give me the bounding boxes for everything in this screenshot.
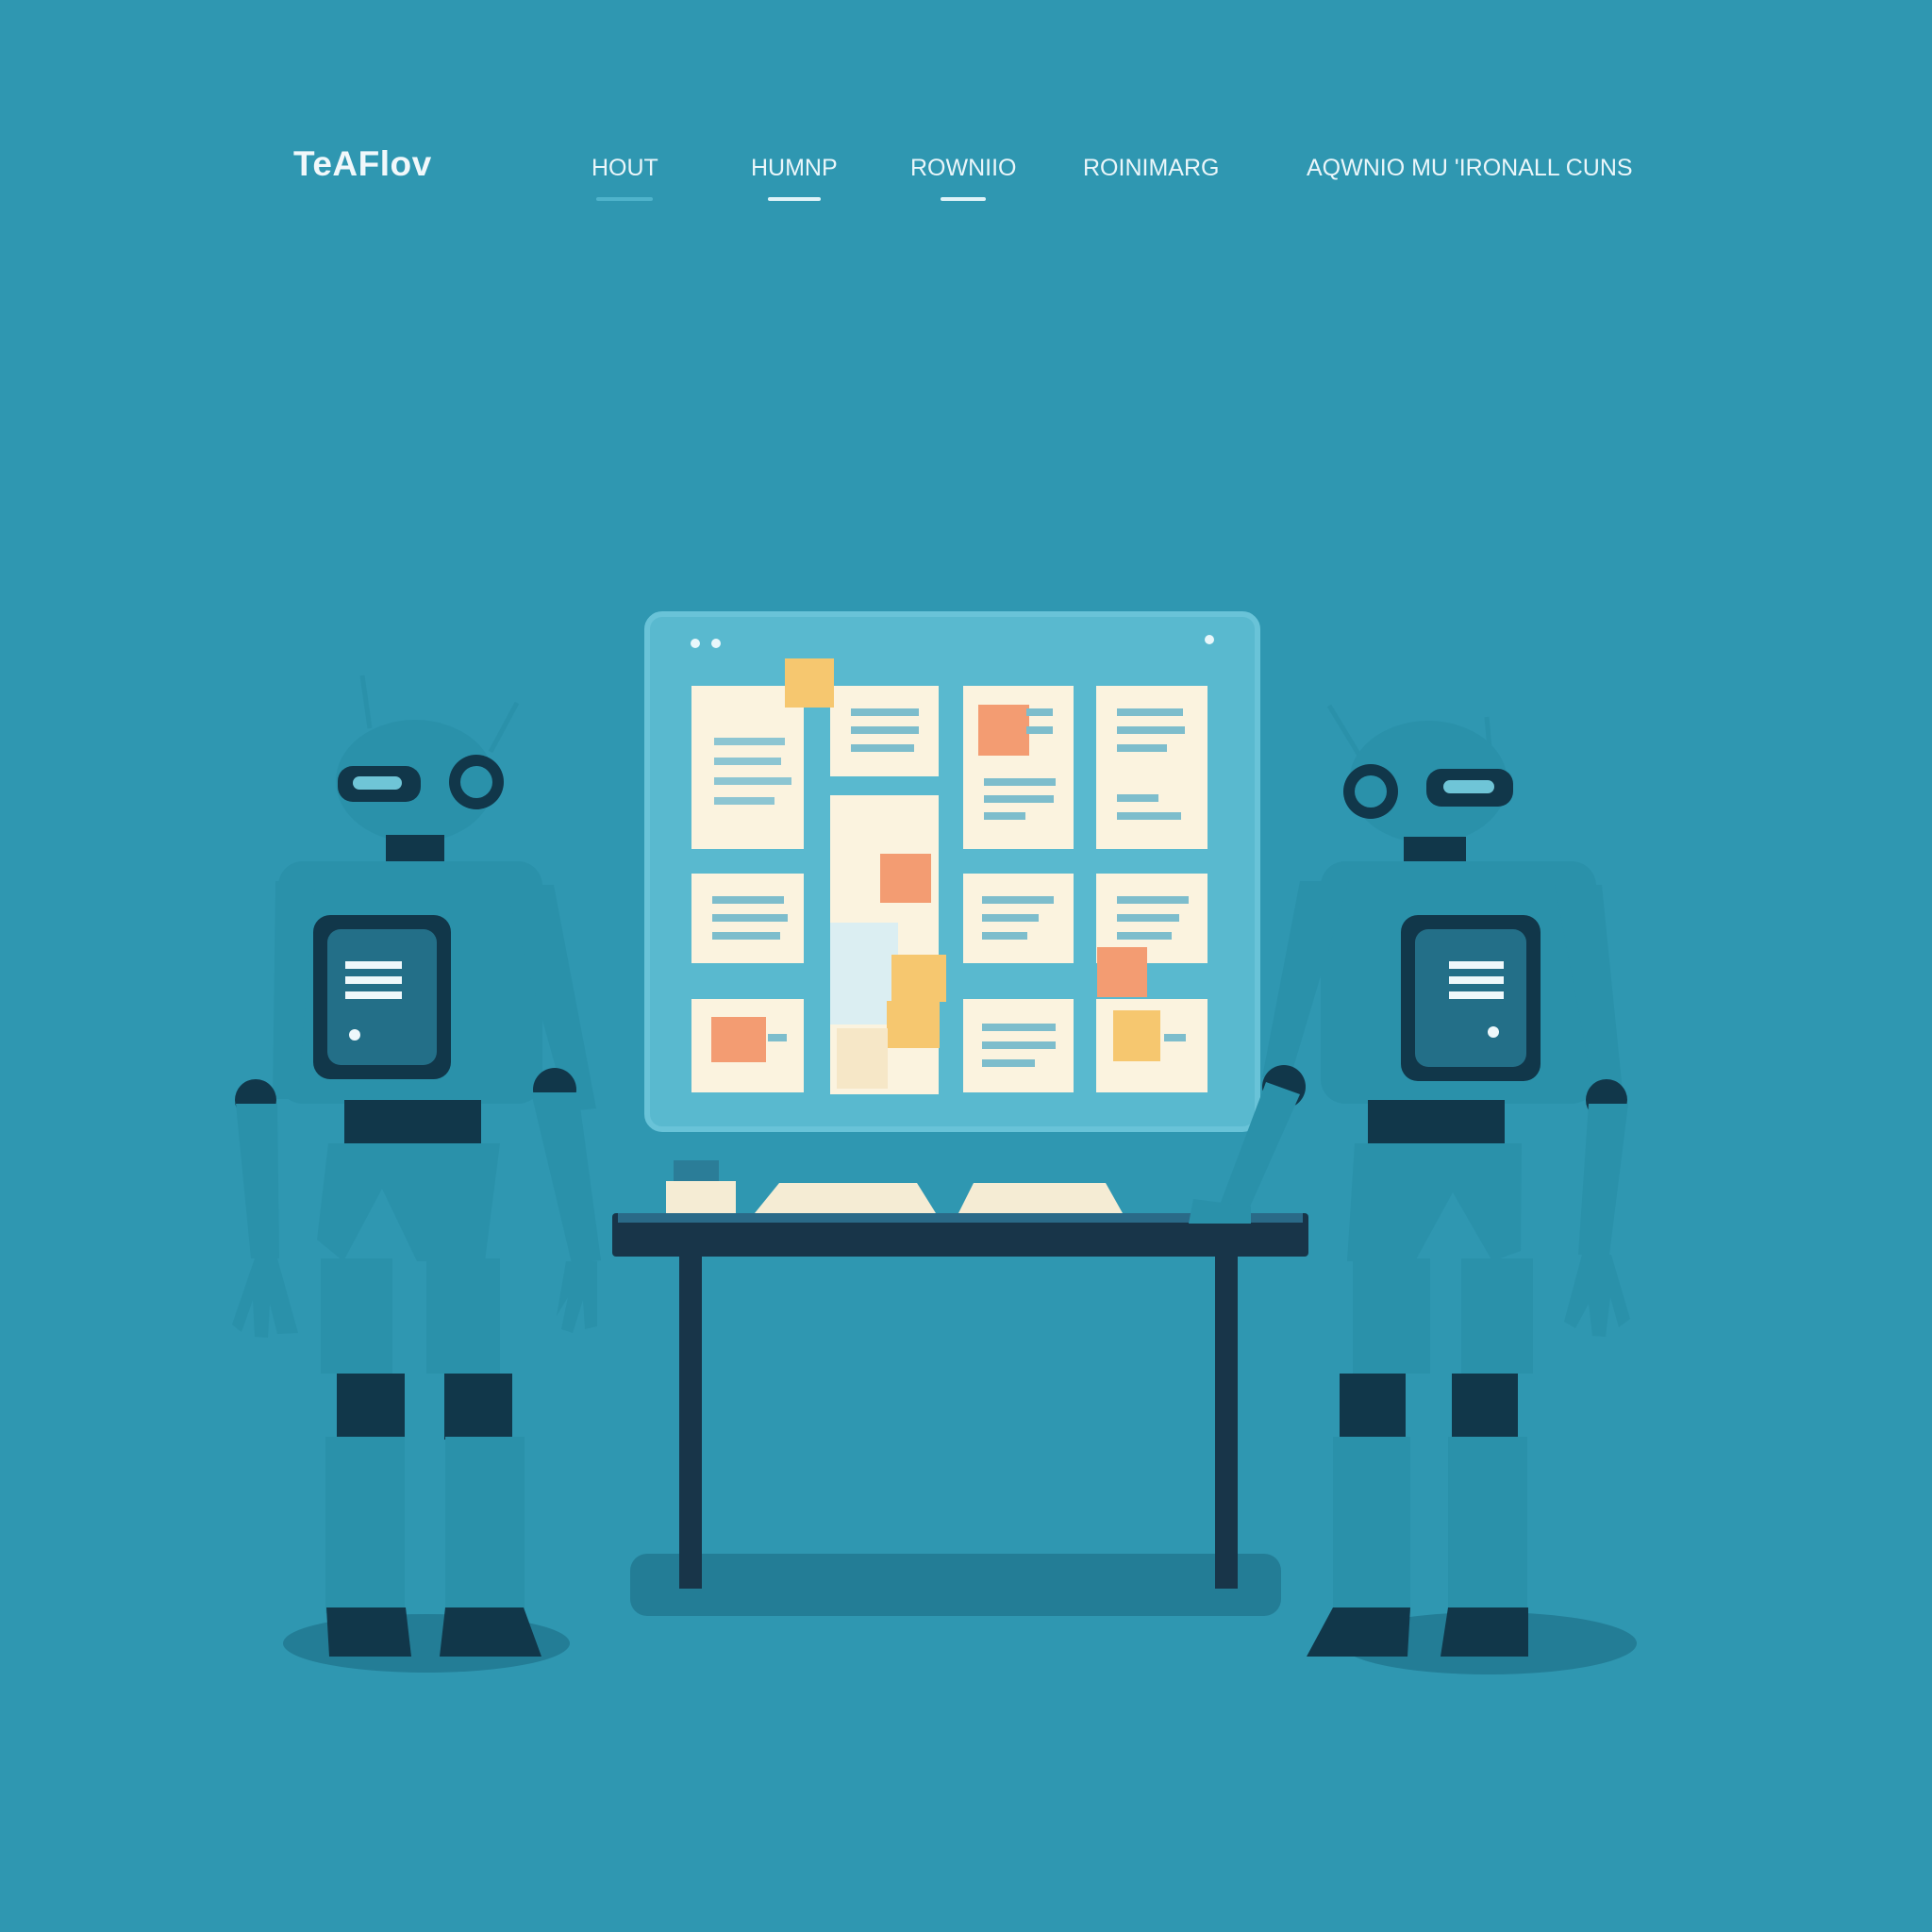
robot-left-hand [232, 1258, 298, 1338]
desk-items [674, 1160, 719, 1181]
robot-left-screen-line [345, 976, 402, 984]
robot-right-waist [1368, 1100, 1505, 1147]
desk-box [666, 1181, 736, 1213]
card-line [984, 778, 1056, 786]
card-line [1117, 726, 1185, 734]
robot-right-antenna [1326, 704, 1364, 760]
card-line [712, 932, 780, 940]
card-line [982, 896, 1054, 904]
robot-left-ear-inner [460, 766, 492, 798]
robot-right-foot [1307, 1607, 1410, 1657]
card-line [982, 1059, 1035, 1067]
robot-left-hand-right [557, 1261, 597, 1333]
card-line [1117, 914, 1179, 922]
card-line [712, 914, 788, 922]
robot-left-leg-lower-right [445, 1437, 525, 1613]
table-leg-left [679, 1255, 702, 1589]
robot-right-leg-lower-right [1448, 1437, 1527, 1613]
robot-left-leg-lower [325, 1437, 405, 1613]
card-line [1117, 812, 1181, 820]
kanban-card [691, 686, 804, 849]
card-line [712, 896, 784, 904]
table-leg-right [1215, 1255, 1238, 1589]
robot-left-hips [317, 1143, 500, 1261]
card-line [714, 777, 791, 785]
card-line [768, 1034, 787, 1041]
sticky-note [1097, 947, 1147, 997]
robot-left-neck [386, 835, 444, 863]
robot-left-knee-right [444, 1374, 512, 1440]
sticky-note [880, 854, 931, 903]
board-window-dot [711, 639, 721, 648]
card-line [1117, 896, 1189, 904]
card-line [982, 932, 1027, 940]
card-line [714, 758, 781, 765]
card-line [1117, 794, 1158, 802]
card-line [984, 795, 1054, 803]
card-line [851, 708, 919, 716]
card-line [1117, 932, 1172, 940]
robot-right-knee-right [1452, 1374, 1518, 1440]
card-line [851, 744, 914, 752]
robot-right-screen-line [1449, 991, 1504, 999]
table-icon [612, 1160, 1308, 1589]
card-line [714, 738, 785, 745]
card-line [984, 812, 1025, 820]
card-line [851, 726, 919, 734]
robot-left-foot-right [440, 1607, 541, 1657]
card-attachment [837, 1028, 888, 1089]
sticky-note [711, 1017, 766, 1062]
board-window-dot [691, 639, 700, 648]
card-line [1026, 726, 1053, 734]
board-icon [644, 611, 1260, 1132]
card-line [982, 914, 1039, 922]
robot-left-screen-line [345, 961, 402, 969]
robot-left-knee [337, 1374, 405, 1440]
robot-right-knee [1340, 1374, 1406, 1440]
robot-right-screen-dot [1488, 1026, 1499, 1038]
sticky-note [1113, 1010, 1160, 1061]
robot-right-foot-right [1441, 1607, 1528, 1657]
robot-right-screen-line [1449, 961, 1504, 969]
robot-right-leg-lower [1333, 1437, 1410, 1613]
robot-right-hand [1564, 1255, 1630, 1337]
robot-left-leg-upper [321, 1258, 392, 1374]
card-line [982, 1024, 1056, 1031]
sticky-note [891, 955, 946, 1002]
robot-left-icon [232, 675, 601, 1657]
robot-right-leg-upper [1353, 1258, 1430, 1374]
robot-right-hips [1347, 1143, 1522, 1261]
robot-left-arm-lower [236, 1104, 279, 1258]
card-line [982, 1041, 1056, 1049]
robot-left-foot [326, 1607, 411, 1657]
table-shadow [630, 1554, 1281, 1616]
robot-right-ear-inner [1355, 775, 1387, 808]
robot-right-arm-lower [1578, 1104, 1628, 1255]
robot-left-eyes [353, 776, 402, 790]
desk-paper [755, 1183, 936, 1213]
card-line [1026, 708, 1053, 716]
card-line [714, 797, 774, 805]
robot-right-neck [1404, 837, 1466, 865]
robot-left-antenna [488, 701, 520, 754]
robot-left-screen-dot [349, 1029, 360, 1041]
robot-left-arm-right-lower [531, 1092, 601, 1263]
card-line [1164, 1034, 1186, 1041]
robot-left-screen-line [345, 991, 402, 999]
card-line [1117, 744, 1167, 752]
robot-right-eyes [1443, 780, 1494, 793]
robot-left-antenna [359, 675, 373, 729]
landing-page: TeAFlov HOUT HUMNP ROWNIIO ROINIMARG AQW… [0, 0, 1932, 1932]
robot-left-waist [344, 1100, 481, 1147]
sticky-note [785, 658, 834, 708]
sticky-note [887, 1001, 940, 1048]
board-menu-dot [1205, 635, 1214, 644]
sticky-note [978, 705, 1029, 756]
robot-right-leg-upper-right [1461, 1258, 1533, 1374]
desk-paper [958, 1183, 1123, 1213]
card-line [1117, 708, 1183, 716]
hero-illustration [232, 611, 1637, 1674]
robot-right-screen-line [1449, 976, 1504, 984]
robot-left-leg-upper-right [426, 1258, 500, 1374]
